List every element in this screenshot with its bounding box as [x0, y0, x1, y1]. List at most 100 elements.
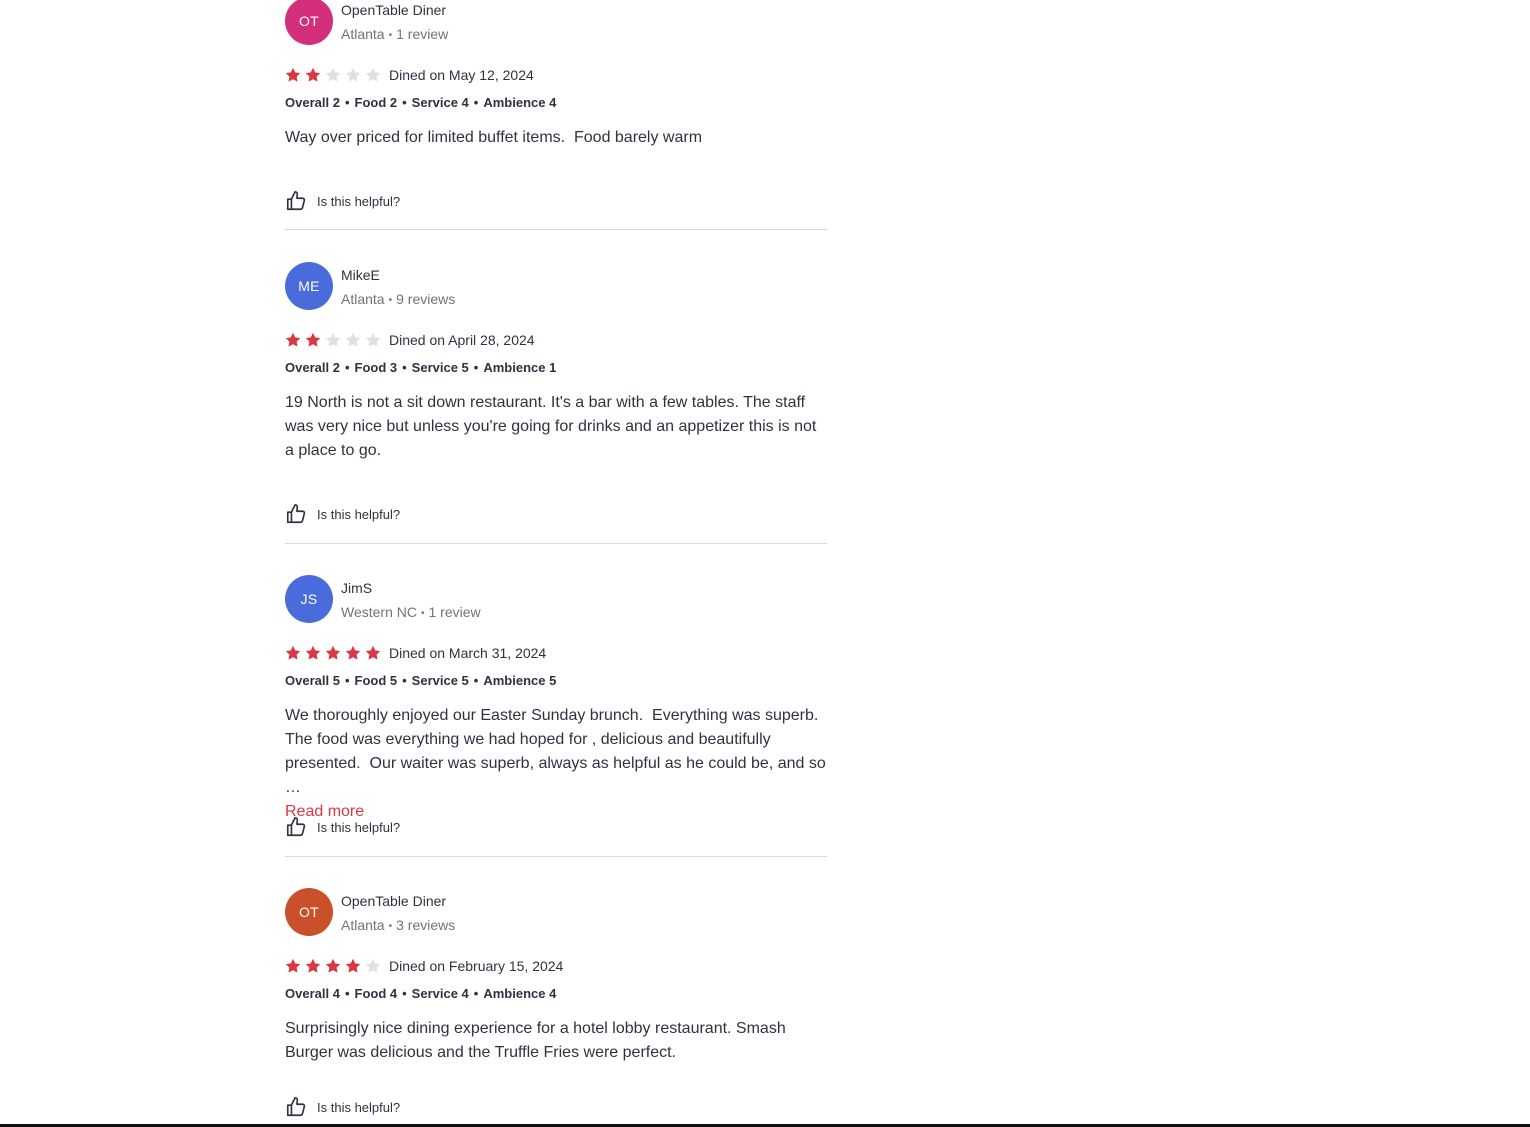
reviewer-review-count: 9 reviews	[396, 291, 456, 307]
food-score: Food 3	[354, 360, 398, 375]
reviewer-location: Atlanta	[341, 26, 385, 42]
star-empty-icon	[325, 332, 341, 347]
reviewer-review-count: 1 review	[396, 26, 449, 42]
helpful-button[interactable]: Is this helpful?	[285, 1095, 400, 1119]
separator-dot: •	[344, 95, 350, 110]
thumbs-up-icon	[285, 1096, 307, 1118]
review-card: ME MikeE Atlanta • 9 reviews Dined on Apri…	[285, 255, 827, 544]
dined-date: Dined on March 31, 2024	[389, 645, 547, 661]
reviewer-header: OT OpenTable Diner Atlanta • 3 reviews	[285, 881, 827, 937]
review-text: We thoroughly enjoyed our Easter Sunday …	[285, 707, 831, 796]
food-score: Food 4	[354, 986, 398, 1001]
avatar: OT	[285, 0, 333, 45]
avatar: JS	[285, 575, 333, 623]
separator-dot: •	[344, 360, 350, 375]
review-text: 19 North is not a sit down restaurant. I…	[285, 394, 821, 459]
star-empty-icon	[345, 332, 361, 347]
reviewer-subline: Atlanta • 9 reviews	[341, 289, 455, 312]
separator-dot: •	[388, 295, 393, 306]
star-rating	[285, 332, 381, 348]
dined-date: Dined on April 28, 2024	[389, 332, 535, 348]
star-filled-icon	[305, 67, 321, 82]
score-breakdown: Overall 5 • Food 5 • Service 5 • Ambience 5	[285, 671, 827, 691]
reviewer-name[interactable]: MikeE	[341, 265, 455, 285]
dined-date: Dined on May 12, 2024	[389, 67, 534, 83]
review-card: JS JimS Western NC • 1 review Dined on Mar…	[285, 568, 827, 857]
star-filled-icon	[285, 332, 301, 347]
separator-dot: •	[402, 986, 407, 1001]
separator-dot: •	[420, 608, 425, 619]
separator-dot: •	[473, 673, 479, 688]
reviewer-name[interactable]: OpenTable Diner	[341, 891, 455, 911]
star-empty-icon	[365, 958, 381, 973]
review-text: Surprisingly nice dining experience for …	[285, 1020, 791, 1061]
separator-dot: •	[402, 95, 407, 110]
star-filled-icon	[325, 645, 341, 660]
separator-dot: •	[402, 360, 407, 375]
separator-dot: •	[473, 360, 479, 375]
separator-dot: •	[402, 673, 407, 688]
helpful-label: Is this helpful?	[317, 1099, 401, 1115]
reviewer-name[interactable]: OpenTable Diner	[341, 0, 448, 20]
reviewer-review-count: 1 review	[428, 604, 481, 620]
separator-dot: •	[388, 921, 393, 932]
thumbs-up-icon	[285, 503, 307, 525]
reviewer-subline: Western NC • 1 review	[341, 602, 481, 625]
review-text: Way over priced for limited buffet items…	[285, 129, 703, 146]
star-empty-icon	[365, 67, 381, 82]
overall-score: Overall 5	[285, 673, 340, 688]
separator-dot: •	[344, 673, 350, 688]
reviewer-subline: Atlanta • 1 review	[341, 24, 448, 47]
ambience-score: Ambience 4	[483, 986, 557, 1001]
reviewer-header: OT OpenTable Diner Atlanta • 1 review	[285, 0, 827, 46]
reviewer-review-count: 3 reviews	[396, 917, 456, 933]
score-breakdown: Overall 2 • Food 3 • Service 5 • Ambience 1	[285, 358, 827, 378]
star-filled-icon	[285, 958, 301, 973]
service-score: Service 4	[411, 95, 469, 110]
review-card: OT OpenTable Diner Atlanta • 1 review Dine…	[285, 0, 827, 230]
reviewer-location: Atlanta	[341, 917, 385, 933]
avatar: OT	[285, 888, 333, 936]
food-score: Food 5	[354, 673, 398, 688]
reviewer-name[interactable]: JimS	[341, 578, 481, 598]
thumbs-up-icon	[285, 816, 307, 838]
star-rating	[285, 645, 381, 661]
separator-dot: •	[388, 30, 393, 41]
ambience-score: Ambience 4	[483, 95, 557, 110]
star-filled-icon	[325, 958, 341, 973]
rating-row: Dined on April 28, 2024	[285, 330, 827, 350]
ambience-score: Ambience 1	[483, 360, 557, 375]
ambience-score: Ambience 5	[483, 673, 557, 688]
helpful-button[interactable]: Is this helpful?	[285, 815, 400, 839]
separator-dot: •	[473, 95, 479, 110]
score-breakdown: Overall 2 • Food 2 • Service 4 • Ambience 4	[285, 93, 827, 113]
star-rating	[285, 958, 381, 974]
reviewer-header: ME MikeE Atlanta • 9 reviews	[285, 255, 827, 311]
separator-dot: •	[344, 986, 350, 1001]
helpful-label: Is this helpful?	[317, 819, 401, 835]
divider	[285, 543, 827, 544]
helpful-button[interactable]: Is this helpful?	[285, 502, 400, 526]
rating-row: Dined on March 31, 2024	[285, 643, 827, 663]
star-empty-icon	[345, 67, 361, 82]
reviewer-meta: OpenTable Diner Atlanta • 1 review	[341, 0, 448, 47]
reviewer-header: JS JimS Western NC • 1 review	[285, 568, 827, 624]
reviewer-meta: MikeE Atlanta • 9 reviews	[341, 255, 455, 312]
avatar: ME	[285, 262, 333, 310]
star-filled-icon	[365, 645, 381, 660]
reviewer-location: Atlanta	[341, 291, 385, 307]
star-empty-icon	[325, 67, 341, 82]
divider	[285, 229, 827, 230]
helpful-button[interactable]: Is this helpful?	[285, 189, 400, 213]
star-filled-icon	[345, 645, 361, 660]
reviewer-subline: Atlanta • 3 reviews	[341, 915, 455, 938]
reviewer-meta: OpenTable Diner Atlanta • 3 reviews	[341, 881, 455, 938]
star-filled-icon	[285, 67, 301, 82]
helpful-label: Is this helpful?	[317, 506, 401, 522]
star-filled-icon	[345, 958, 361, 973]
rating-row: Dined on February 15, 2024	[285, 956, 827, 976]
service-score: Service 5	[411, 360, 469, 375]
star-rating	[285, 67, 381, 83]
food-score: Food 2	[354, 95, 398, 110]
separator-dot: •	[473, 986, 479, 1001]
